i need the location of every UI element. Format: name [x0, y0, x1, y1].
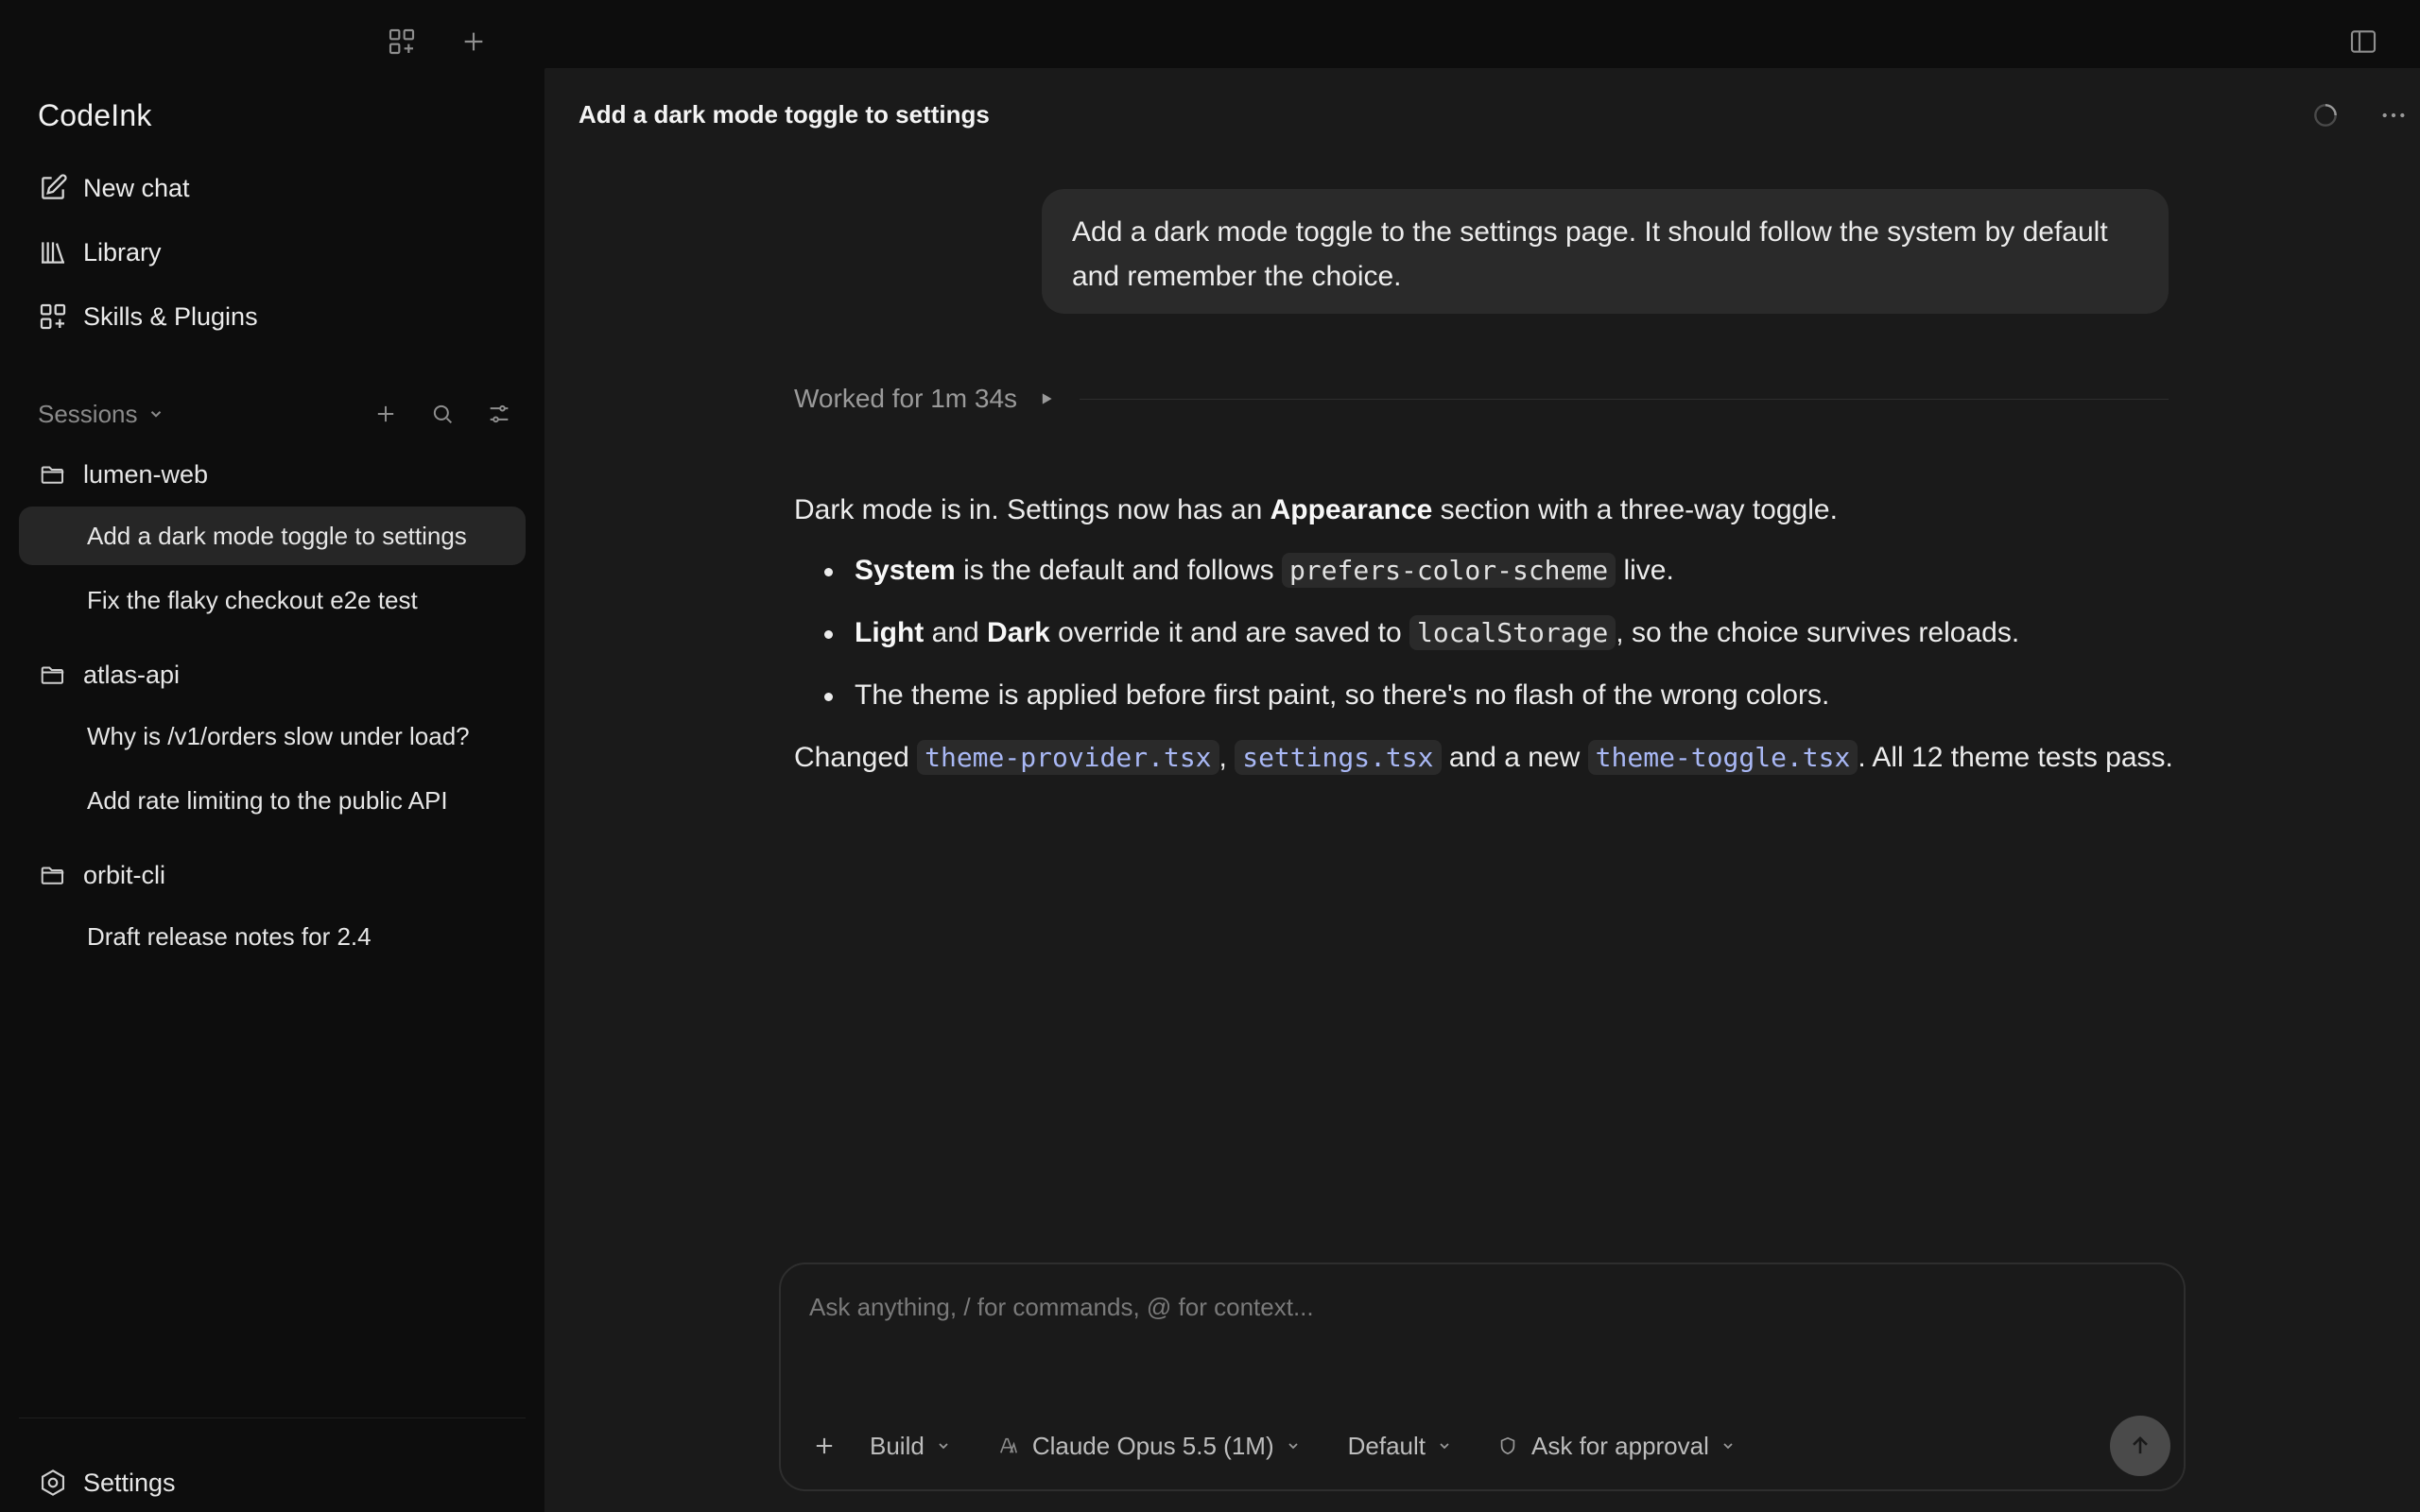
- arrow-up-icon: [2133, 1436, 2148, 1454]
- approval-label: Ask for approval: [1531, 1431, 1709, 1460]
- folder-icon: [19, 460, 87, 489]
- composer-toolbar: Build Claude Opus 5.5 (1M) Default Ask f…: [800, 1418, 1736, 1474]
- project-name: atlas-api: [83, 660, 181, 689]
- inline-code: localStorage: [1409, 615, 1616, 650]
- search-icon[interactable]: [422, 391, 463, 437]
- library-icon: [19, 237, 87, 267]
- send-button[interactable]: [2110, 1416, 2170, 1476]
- page-title: Add a dark mode toggle to settings: [579, 100, 990, 129]
- preset-selector[interactable]: Default: [1348, 1418, 1452, 1474]
- response-intro: Dark mode is in. Settings now has an App…: [794, 494, 1838, 525]
- project-folder[interactable]: lumen-web: [19, 448, 526, 501]
- sessions-header: Sessions: [38, 391, 520, 437]
- chevron-down-icon: [1720, 1438, 1736, 1453]
- shield-icon: [1497, 1435, 1518, 1456]
- assistant-response: Dark mode is in. Settings now has an App…: [794, 486, 2174, 782]
- session-item-active[interactable]: Add a dark mode toggle to settings: [19, 507, 526, 565]
- settings-button[interactable]: Settings: [19, 1453, 526, 1512]
- worked-for-row[interactable]: Worked for 1m 34s: [794, 372, 2169, 425]
- composer[interactable]: Ask anything, / for commands, @ for cont…: [779, 1263, 2186, 1491]
- add-session-icon[interactable]: [365, 391, 406, 437]
- mode-selector[interactable]: Build: [870, 1418, 951, 1474]
- message-input[interactable]: Ask anything, / for commands, @ for cont…: [809, 1293, 1314, 1322]
- nav-label: Library: [83, 237, 162, 266]
- project-folder[interactable]: orbit-cli: [19, 849, 526, 902]
- list-item: The theme is applied before first paint,…: [824, 671, 2174, 720]
- model-selector[interactable]: Claude Opus 5.5 (1M): [998, 1418, 1301, 1474]
- grid-plus-icon: [19, 301, 87, 332]
- loading-spinner-icon: [2301, 91, 2350, 140]
- attach-plus-icon[interactable]: [800, 1418, 849, 1474]
- worked-for-label: Worked for 1m 34s: [794, 384, 1018, 413]
- chat-panel: Add a dark mode toggle to settings Add a…: [544, 68, 2420, 1512]
- app-brand: CodeInk: [38, 98, 152, 132]
- file-link[interactable]: settings.tsx: [1235, 740, 1442, 775]
- user-message: Add a dark mode toggle to the settings p…: [1042, 189, 2169, 314]
- file-link[interactable]: theme-provider.tsx: [917, 740, 1219, 775]
- filter-icon[interactable]: [478, 391, 520, 437]
- model-label: Claude Opus 5.5 (1M): [1031, 1431, 1274, 1460]
- session-item[interactable]: Fix the flaky checkout e2e test: [19, 571, 526, 629]
- project-name: orbit-cli: [83, 860, 166, 889]
- compose-icon: [19, 173, 87, 203]
- project-folder[interactable]: atlas-api: [19, 648, 526, 701]
- app-window: CodeInk New chat Library Skills & Plugin…: [0, 0, 2420, 1512]
- nav-new-chat[interactable]: New chat: [19, 159, 526, 217]
- nav-label: Skills & Plugins: [83, 301, 258, 331]
- session-item[interactable]: Draft release notes for 2.4: [19, 907, 526, 966]
- chevron-down-icon[interactable]: [147, 405, 164, 422]
- session-item[interactable]: Why is /v1/orders slow under load?: [19, 707, 526, 765]
- chevron-down-icon: [1437, 1438, 1452, 1453]
- project-name: lumen-web: [83, 459, 209, 489]
- sessions-label[interactable]: Sessions: [38, 400, 138, 429]
- approval-selector[interactable]: Ask for approval: [1497, 1418, 1736, 1474]
- folder-icon: [19, 861, 87, 889]
- workspaces-icon[interactable]: [379, 19, 424, 64]
- inline-code: prefers-color-scheme: [1281, 553, 1616, 588]
- sidebar: CodeInk New chat Library Skills & Plugin…: [0, 68, 544, 1512]
- file-link[interactable]: theme-toggle.tsx: [1587, 740, 1858, 775]
- nav-skills-plugins[interactable]: Skills & Plugins: [19, 287, 526, 346]
- preset-label: Default: [1347, 1431, 1426, 1460]
- folder-icon: [19, 661, 87, 689]
- nav-label: New chat: [83, 173, 190, 202]
- chevron-down-icon: [936, 1438, 951, 1453]
- more-options-icon[interactable]: [2369, 91, 2418, 140]
- toggle-sidebar-icon[interactable]: [2341, 19, 2386, 64]
- chevron-down-icon: [1286, 1438, 1301, 1453]
- expand-caret-icon[interactable]: [1040, 392, 1053, 405]
- response-list: System is the default and follows prefer…: [794, 546, 2174, 720]
- gear-icon: [19, 1468, 87, 1498]
- nav-library[interactable]: Library: [19, 223, 526, 282]
- settings-label: Settings: [83, 1468, 176, 1497]
- mode-label: Build: [870, 1431, 925, 1460]
- top-bar: [0, 0, 2420, 68]
- list-item: Light and Dark override it and are saved…: [824, 609, 2174, 658]
- list-item: System is the default and follows prefer…: [824, 546, 2174, 595]
- session-item[interactable]: Add rate limiting to the public API: [19, 771, 526, 830]
- new-tab-icon[interactable]: [451, 19, 496, 64]
- model-icon: [998, 1435, 1019, 1456]
- response-changed-files: Changed theme-provider.tsx, settings.tsx…: [794, 740, 2173, 775]
- divider-line: [1080, 398, 2169, 400]
